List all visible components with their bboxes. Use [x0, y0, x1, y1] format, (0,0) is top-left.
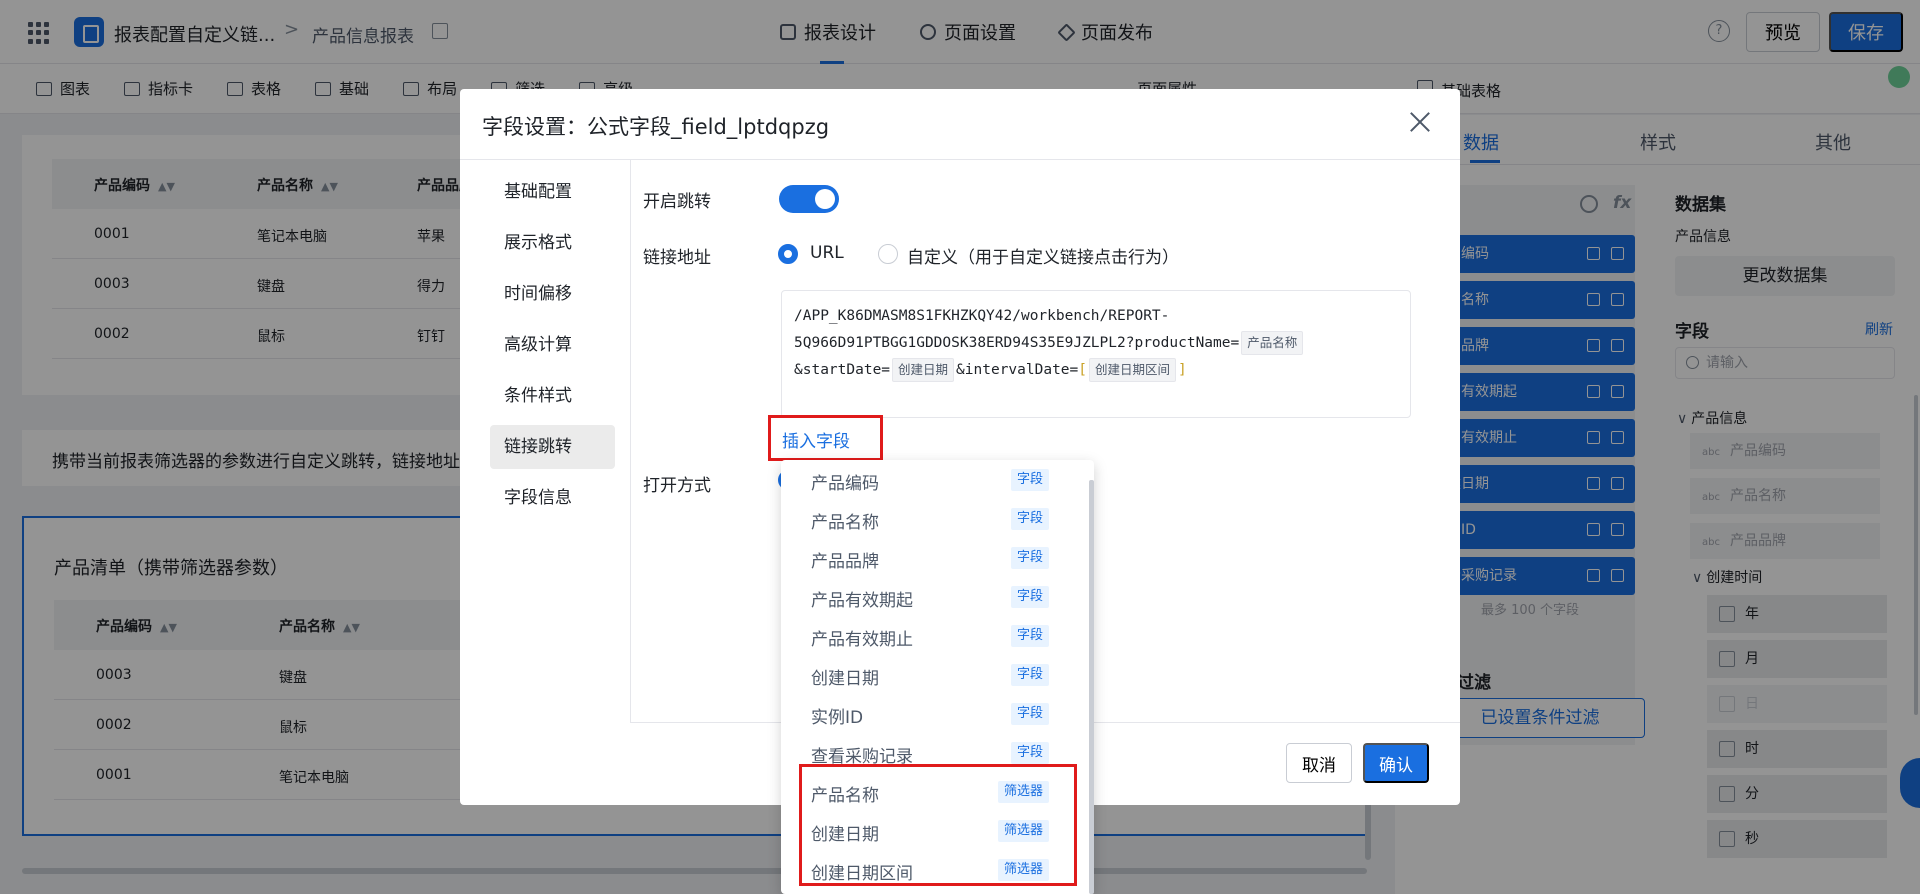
nav-conditional-style[interactable]: 条件样式	[490, 374, 615, 418]
radio-custom-label[interactable]: 自定义（用于自定义链接点击行为）	[907, 243, 1179, 268]
enable-jump-label: 开启跳转	[643, 192, 711, 212]
dialog-title: 字段设置：公式字段_field_lptdqpzg	[482, 115, 830, 139]
dropdown-item[interactable]: 产品有效期止 字段	[781, 616, 1077, 655]
open-mode-label: 打开方式	[643, 476, 711, 496]
dropdown-item[interactable]: 实例ID 字段	[781, 694, 1077, 733]
close-icon[interactable]	[1408, 109, 1432, 133]
dropdown-item[interactable]: 产品编码 字段	[781, 460, 1077, 499]
url-editor[interactable]: /APP_K86DMASM8S1FKHZKQY42/workbench/REPO…	[781, 290, 1411, 418]
dropdown-item[interactable]: 创建日期 字段	[781, 655, 1077, 694]
dropdown-scrollbar[interactable]	[1089, 480, 1094, 894]
cancel-button[interactable]: 取消	[1286, 743, 1352, 783]
dropdown-item[interactable]: 产品品牌 字段	[781, 538, 1077, 577]
dropdown-item[interactable]: 产品名称 字段	[781, 499, 1077, 538]
nav-link-jump[interactable]: 链接跳转	[490, 425, 615, 469]
nav-display-format[interactable]: 展示格式	[490, 221, 615, 265]
highlight-box	[768, 415, 883, 461]
url-token-tag: 产品名称	[1241, 331, 1304, 355]
nav-time-offset[interactable]: 时间偏移	[490, 272, 615, 316]
url-token-tag: 创建日期区间	[1089, 358, 1177, 382]
dialog-sidebar: 基础配置 展示格式 时间偏移 高级计算 条件样式 链接跳转 字段信息	[460, 160, 631, 723]
highlight-box	[799, 764, 1077, 886]
nav-field-info[interactable]: 字段信息	[490, 476, 615, 520]
dropdown-item[interactable]: 产品有效期起 字段	[781, 577, 1077, 616]
confirm-button[interactable]: 确认	[1363, 743, 1429, 783]
nav-advanced-calc[interactable]: 高级计算	[490, 323, 615, 367]
url-token-tag: 创建日期	[892, 358, 955, 382]
radio-url-label[interactable]: URL	[810, 243, 844, 263]
url-line: &startDate= 创建日期 &intervalDate=[创建日期区间]	[794, 357, 1398, 384]
nav-basic-config[interactable]: 基础配置	[490, 170, 615, 214]
link-address-label: 链接地址	[643, 248, 711, 268]
radio-url[interactable]	[778, 244, 798, 264]
enable-jump-toggle[interactable]	[779, 185, 839, 213]
radio-custom[interactable]	[878, 244, 898, 264]
url-line: /APP_K86DMASM8S1FKHZKQY42/workbench/REPO…	[794, 308, 1170, 324]
url-line: 5Q966D91PTBGG1GDDOSK38ERD94S35E9JZLPL2?p…	[794, 330, 1398, 357]
